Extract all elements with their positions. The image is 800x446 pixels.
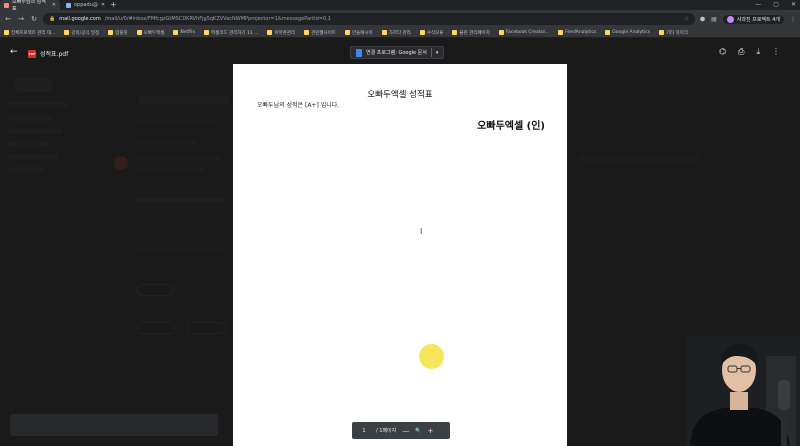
viewer-top-bar: ← PDF 성적표.pdf 연결 프로그램: Google 문서 ▾ ⌬ ⎙ ⤓…: [0, 44, 800, 62]
bookmark-icon: [498, 30, 504, 35]
address-bar[interactable]: 🔒 mail.google.com/mail/u/0/#inbox/FMfcgz…: [43, 13, 695, 25]
viewer-tools: ⌬ ⎙ ⤓ ⋮: [719, 47, 780, 57]
bookmark-icon: [419, 30, 425, 35]
bookmark-icon: [173, 30, 179, 35]
maximize-button[interactable]: ▢: [773, 0, 779, 10]
bookmark-icon: [64, 30, 70, 35]
bookmark-item[interactable]: 전체프로젝트 관리 대...: [4, 30, 55, 36]
close-window-button[interactable]: ✕: [791, 0, 796, 10]
add-to-drive-icon[interactable]: ⌬: [719, 47, 726, 57]
bookmark-item[interactable]: 수식오류: [419, 30, 443, 36]
back-icon[interactable]: ←: [4, 15, 12, 23]
bookmark-star-icon[interactable]: ☆: [684, 16, 688, 22]
bookmark-icon: [304, 30, 310, 35]
dimmed-notification: [10, 414, 218, 436]
page-total: / 1페이지: [376, 428, 397, 434]
bookmark-icon: [558, 30, 564, 35]
mouse-highlight: [419, 344, 444, 369]
pdf-file-icon: PDF: [28, 49, 36, 58]
gmail-favicon-icon: [4, 2, 9, 8]
bookmark-item[interactable]: FeedAnalytics: [558, 30, 596, 35]
bookmark-icon: [344, 30, 350, 35]
avatar: [726, 15, 734, 23]
webcam-presenter-image: [686, 336, 800, 446]
browser-tab-strip: 오빠두님의 성적표 ✕ oppadu@ ✕ + — ▢ ✕: [0, 0, 800, 12]
more-icon[interactable]: ⋮: [772, 47, 780, 57]
bookmark-item[interactable]: Google Analytics: [605, 30, 650, 35]
bookmark-item[interactable]: 가르다 관리: [381, 30, 411, 36]
extensions-icon[interactable]: ⬢: [700, 16, 705, 23]
bookmark-icon: [267, 30, 273, 35]
chevron-down-icon[interactable]: ▾: [436, 50, 439, 56]
zoom-out-button[interactable]: —: [402, 427, 409, 435]
profile-label: 사과진 프로젝트 4개: [736, 16, 780, 23]
bookmark-icon: [381, 30, 387, 35]
tab-active[interactable]: 오빠두님의 성적표 ✕: [0, 0, 60, 12]
bookmark-item[interactable]: 강의/공식 일정: [64, 30, 99, 36]
window-controls: — ▢ ✕: [755, 0, 796, 10]
text-cursor-icon: I: [420, 227, 423, 236]
tab-close-icon[interactable]: ✕: [52, 2, 56, 8]
profile-button[interactable]: 사과진 프로젝트 4개: [722, 14, 784, 24]
tab-label: oppadu@: [74, 2, 98, 8]
bookmark-icon: [204, 30, 209, 35]
minimize-button[interactable]: —: [755, 0, 761, 10]
bookmark-item[interactable]: 불린 관리페이지: [452, 30, 490, 36]
reload-icon[interactable]: ↻: [30, 15, 38, 23]
bookmark-item[interactable]: Netflix: [173, 30, 195, 35]
tab-close-icon[interactable]: ✕: [101, 2, 105, 8]
pdf-page: 오빠두엑셀 성적표 오빠두님의 성적은 [A+] 입니다. 오빠두엑셀 (인) …: [233, 64, 567, 446]
bookmarks-bar: 전체프로젝트 관리 대... 강의/공식 일정 템플릿 오빠두엑셀 Netfli…: [0, 28, 800, 38]
page-controls: 1 / 1페이지 — 🔍 +: [352, 422, 450, 439]
menu-icon[interactable]: ⋮: [790, 16, 796, 23]
side-panel-icon[interactable]: ▤: [711, 16, 717, 23]
file-name: 성적표.pdf: [40, 51, 69, 58]
pdf-signature: 오빠두엑셀 (인): [477, 121, 545, 132]
browser-toolbar: ← → ↻ 🔒 mail.google.com/mail/u/0/#inbox/…: [0, 10, 800, 28]
bookmark-item[interactable]: Facebook Creator...: [498, 30, 549, 35]
site-favicon-icon: [66, 2, 71, 8]
forward-icon[interactable]: →: [17, 15, 25, 23]
bookmark-icon: [605, 30, 611, 35]
bookmark-item[interactable]: 엑셀코드 관리하기 11 ...: [204, 30, 258, 36]
back-arrow-icon[interactable]: ←: [10, 47, 18, 57]
bookmark-icon: [108, 30, 114, 35]
bookmark-item[interactable]: 관련웹사이트: [304, 30, 336, 36]
download-icon[interactable]: ⤓: [756, 47, 760, 57]
tab-second[interactable]: oppadu@ ✕: [62, 0, 108, 10]
page-number[interactable]: 1: [358, 428, 370, 434]
new-tab-button[interactable]: +: [110, 0, 117, 10]
zoom-icon: 🔍: [415, 427, 422, 434]
bookmark-item[interactable]: 기타 북마크: [658, 30, 688, 36]
toolbar-icons: ⬢ ▤ 사과진 프로젝트 4개 ⋮: [700, 14, 796, 24]
open-with-button[interactable]: 연결 프로그램: Google 문서 ▾: [350, 46, 445, 59]
file-name-area: PDF 성적표.pdf: [28, 49, 68, 58]
print-icon[interactable]: ⎙: [738, 47, 744, 57]
lock-icon: 🔒: [49, 16, 56, 22]
divider: [430, 48, 432, 57]
bookmark-icon: [452, 30, 458, 35]
bookmark-item[interactable]: 템플릿: [108, 30, 128, 36]
bookmark-icon: [4, 30, 9, 35]
screen: 오빠두님의 성적표 ✕ oppadu@ ✕ + — ▢ ✕ ← → ↻ 🔒 ma…: [0, 0, 800, 446]
open-with-label: 연결 프로그램: Google 문서: [366, 50, 427, 56]
bookmark-item[interactable]: 아마존관리: [267, 30, 295, 36]
bookmark-icon: [136, 30, 142, 35]
url-path: /mail/u/0/#inbox/FMfcgzGtMSCDKRVhFjg5qKZ…: [104, 16, 331, 22]
bookmark-item[interactable]: 오빠두엑셀: [136, 30, 164, 36]
google-docs-icon: [356, 48, 362, 57]
pdf-body-text: 오빠두님의 성적은 [A+] 입니다.: [257, 102, 340, 109]
bookmark-icon: [658, 30, 664, 35]
url-host: mail.google.com: [59, 16, 101, 22]
zoom-in-button[interactable]: +: [428, 427, 434, 435]
pdf-title: 오빠두엑셀 성적표: [367, 90, 433, 100]
bookmark-item[interactable]: 만들예시이: [344, 30, 373, 36]
